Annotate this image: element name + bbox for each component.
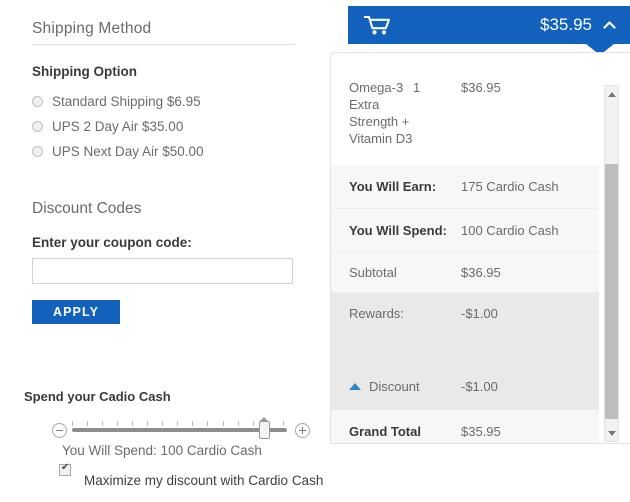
maximize-discount-label: Maximize my discount with Cardio Cash (84, 473, 324, 488)
shopping-cart-icon (362, 15, 391, 38)
product-name: Omega-3 Extra Strength + Vitamin D3 (349, 80, 413, 146)
slider-track[interactable] (72, 428, 287, 432)
summary-row-you-will-spend: You Will Spend: 100 Cardio Cash (331, 209, 599, 253)
radio-icon[interactable] (32, 121, 43, 132)
scroll-up-arrow-icon[interactable] (605, 87, 618, 101)
shipping-option-standard[interactable]: Standard Shipping $6.95 (32, 90, 302, 113)
shipping-option-label-text: UPS Next Day Air $50.00 (52, 144, 204, 159)
row-value: 175 Cardio Cash (461, 179, 559, 194)
radio-icon[interactable] (32, 146, 43, 157)
row-value: $36.95 (461, 265, 501, 280)
row-value: -$1.00 (461, 379, 498, 394)
row-label: You Will Earn: (349, 179, 437, 194)
shipping-option-label-text: Standard Shipping $6.95 (52, 94, 201, 109)
summary-row-discount[interactable]: Discount -$1.00 (331, 368, 599, 410)
summary-row-subtotal: Subtotal $36.95 (331, 253, 599, 293)
cardio-cash-slider[interactable] (52, 417, 312, 443)
cart-summary-bar[interactable]: $35.95 (348, 6, 630, 44)
coupon-code-label: Enter your coupon code: (32, 235, 192, 250)
spend-cardio-cash-heading: Spend your Cadio Cash (24, 389, 171, 404)
row-label: Discount (369, 379, 420, 394)
maximize-discount-checkbox[interactable] (59, 462, 71, 476)
page-title: Shipping Method (32, 20, 152, 37)
summary-row-you-will-earn: You Will Earn: 175 Cardio Cash (331, 165, 599, 209)
shipping-option-ups-2day[interactable]: UPS 2 Day Air $35.00 (32, 115, 302, 138)
title-divider (32, 44, 295, 45)
product-price: $36.95 (461, 80, 501, 95)
slider-ticks (72, 421, 287, 427)
plus-circle-icon[interactable] (295, 423, 310, 438)
order-summary-panel: Omega-3 Extra Strength + Vitamin D3 1 $3… (330, 52, 630, 444)
apply-coupon-button[interactable]: APPLY (32, 300, 120, 324)
triangle-up-icon[interactable] (349, 383, 361, 390)
summary-row-grand-total: Grand Total $35.95 (331, 410, 599, 443)
minus-circle-icon[interactable] (52, 423, 67, 438)
shipping-and-discount-column: Shipping Method Shipping Option Standard… (0, 0, 330, 502)
cart-total-amount: $35.95 (540, 15, 592, 34)
row-label: Grand Total (349, 424, 421, 439)
summary-row-rewards: Rewards: -$1.00 (331, 293, 599, 368)
radio-icon[interactable] (32, 96, 43, 107)
coupon-code-input[interactable] (32, 258, 293, 284)
row-label: Subtotal (349, 265, 397, 280)
summary-scrollbar[interactable] (604, 85, 619, 442)
shipping-option-ups-nextday[interactable]: UPS Next Day Air $50.00 (32, 140, 302, 163)
scroll-down-arrow-icon[interactable] (605, 426, 618, 440)
shipping-option-label: Shipping Option (32, 64, 137, 79)
row-value: $35.95 (461, 424, 501, 439)
discount-codes-heading: Discount Codes (32, 200, 142, 217)
shipping-option-label-text: UPS 2 Day Air $35.00 (52, 119, 184, 134)
scrollbar-thumb[interactable] (605, 164, 618, 419)
row-value: 100 Cardio Cash (461, 223, 559, 238)
slider-value-text: You Will Spend: 100 Cardio Cash (62, 443, 262, 458)
cart-line-item: Omega-3 Extra Strength + Vitamin D3 1 $3… (331, 53, 599, 165)
shipping-option-list: Standard Shipping $6.95 UPS 2 Day Air $3… (32, 90, 302, 165)
order-summary-rows: Omega-3 Extra Strength + Vitamin D3 1 $3… (331, 53, 599, 443)
chevron-up-icon[interactable] (603, 19, 616, 32)
row-label: You Will Spend: (349, 223, 447, 238)
product-qty: 1 (413, 80, 421, 95)
slider-handle[interactable] (259, 417, 270, 439)
row-value: -$1.00 (461, 306, 498, 321)
row-label: Rewards: (349, 306, 404, 321)
